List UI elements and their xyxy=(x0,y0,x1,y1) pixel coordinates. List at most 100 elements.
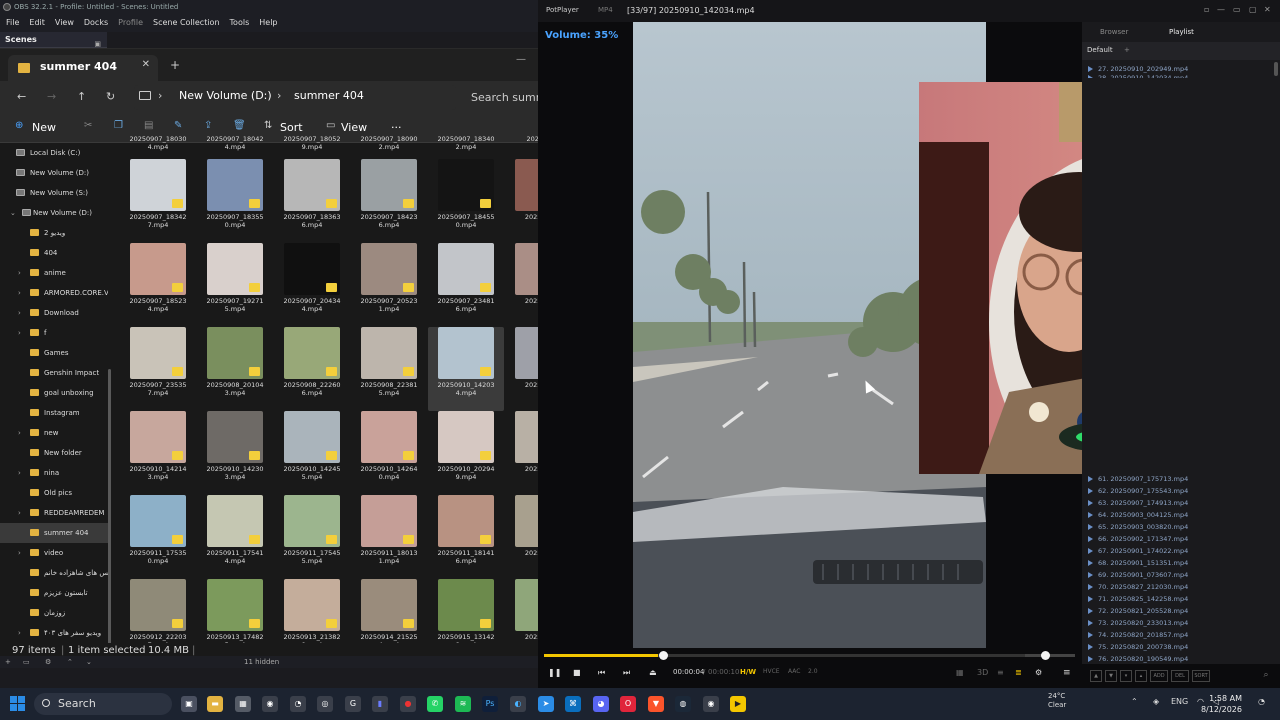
file-item[interactable]: 20250910_14214 3.mp4 xyxy=(120,411,196,495)
pin-icon[interactable]: ▫ xyxy=(1204,5,1209,14)
app-icon[interactable]: ◐ xyxy=(510,696,526,712)
stop-icon[interactable]: ■ xyxy=(573,668,581,677)
nav-item[interactable]: عکس های شاهزاده خانم xyxy=(0,563,108,583)
file-item[interactable]: 20250908_22381 5.mp4 xyxy=(351,327,427,411)
seek-bar[interactable] xyxy=(544,651,1074,660)
rename-icon[interactable]: ✎ xyxy=(174,120,182,131)
obs-menu-item[interactable]: Scene Collection xyxy=(153,14,220,32)
file-item[interactable]: 20250912_222037.mp4 xyxy=(120,579,196,645)
playlist-item[interactable]: 76. 20250820_190549.mp4 xyxy=(1088,653,1274,665)
more-options-button[interactable]: ··· xyxy=(391,121,402,134)
obs-menu-item[interactable]: Edit xyxy=(29,14,45,32)
app-icon[interactable]: ◉ xyxy=(262,696,278,712)
playlist-del-button[interactable]: DEL xyxy=(1171,670,1189,682)
playlist-scrollbar[interactable] xyxy=(1274,62,1278,76)
volume-handle[interactable] xyxy=(1041,651,1050,660)
nav-item[interactable]: زوزمان xyxy=(0,603,108,623)
nav-item[interactable]: New Volume (D:) xyxy=(0,163,108,183)
playlist-item[interactable]: 73. 20250820_233013.mp4 xyxy=(1088,617,1274,629)
file-item[interactable]: 20250911_18141 6.mp4 xyxy=(428,495,504,579)
volume-slider[interactable] xyxy=(1025,651,1075,660)
expand-chevron-icon[interactable]: › xyxy=(18,283,21,303)
file-item[interactable]: 20250907_18355 0.mp4 xyxy=(197,159,273,243)
obs-menu-item[interactable]: Profile xyxy=(118,14,143,32)
nav-item[interactable]: › new xyxy=(0,423,108,443)
minimize-icon[interactable]: — xyxy=(1217,5,1225,14)
weather-widget[interactable]: 24°C Clear xyxy=(1048,692,1066,710)
add-scene-icon[interactable]: + xyxy=(5,656,11,668)
view-button[interactable]: View xyxy=(341,121,367,134)
file-item[interactable]: 20250913_213829.mp4 xyxy=(274,579,350,645)
app-icon[interactable]: ● xyxy=(400,696,416,712)
obs-menu-item[interactable]: View xyxy=(55,14,74,32)
capture-icon[interactable]: ▦ xyxy=(956,668,964,677)
file-item[interactable]: 20250910_14230 3.mp4 xyxy=(197,411,273,495)
steam-icon[interactable]: ◍ xyxy=(675,696,691,712)
expand-chevron-icon[interactable]: › xyxy=(18,263,21,283)
playlist-item[interactable]: 71. 20250825_142258.mp4 xyxy=(1088,593,1274,605)
playlist-item[interactable]: 75. 20250820_200738.mp4 xyxy=(1088,641,1274,653)
next-icon[interactable]: ⏭ xyxy=(623,668,630,678)
expand-chevron-icon[interactable]: › xyxy=(18,423,21,443)
photoshop-icon[interactable]: Ps xyxy=(482,696,498,712)
playlist-search-icon[interactable]: ⌕ xyxy=(1260,670,1272,682)
playlist-sort-button[interactable]: SORT xyxy=(1192,670,1210,682)
tab-browser[interactable]: Browser xyxy=(1100,28,1128,36)
clock[interactable]: 1:58 AM 8/12/2026 xyxy=(1182,693,1242,715)
nav-item[interactable]: › video xyxy=(0,543,108,563)
add-playlist-icon[interactable]: + xyxy=(1124,46,1130,54)
app-icon[interactable]: ◉ xyxy=(703,696,719,712)
close-tab-icon[interactable]: ✕ xyxy=(142,59,150,70)
search-input[interactable]: Search summer 404 xyxy=(462,85,542,110)
new-tab-button[interactable]: + xyxy=(170,58,180,72)
move-top-icon[interactable]: ▴ xyxy=(1135,670,1147,682)
nav-item[interactable]: ⌄ New Volume (D:) xyxy=(0,203,108,223)
file-item[interactable]: 20250907_7. xyxy=(505,159,538,243)
tab-playlist[interactable]: Playlist xyxy=(1169,28,1194,36)
breadcrumb-drive[interactable]: New Volume (D:) xyxy=(179,89,272,102)
nav-item[interactable]: ›New Volume (S:) xyxy=(0,183,108,203)
playlist-item[interactable]: 62. 20250907_175543.mp4 xyxy=(1088,485,1274,497)
equalizer-icon[interactable]: ≡ xyxy=(997,668,1004,677)
file-item[interactable]: 20250907_18342 7.mp4 xyxy=(120,159,196,243)
close-icon[interactable]: ✕ xyxy=(1264,5,1271,14)
file-item[interactable]: 20250913_174825.mp4 xyxy=(197,579,273,645)
move-down-icon[interactable]: ⌄ xyxy=(86,656,92,668)
file-item[interactable]: 20250907_19271 5.mp4 xyxy=(197,243,273,327)
playlist-item[interactable]: 65. 20250903_003820.mp4 xyxy=(1088,521,1274,533)
file-item[interactable]: 20250911_18013 1.mp4 xyxy=(351,495,427,579)
expand-chevron-icon[interactable]: › xyxy=(18,623,21,643)
fullscreen-icon[interactable]: ▢ xyxy=(1249,5,1257,14)
move-down-icon[interactable]: ▼ xyxy=(1105,670,1117,682)
paste-icon[interactable]: ▤ xyxy=(144,120,153,131)
potplayer-app-name[interactable]: PotPlayer xyxy=(546,6,579,14)
file-item[interactable]: 20250914_215254.mp4 xyxy=(351,579,427,645)
nav-item[interactable]: › ویدیو سفر های ۴۰۳ xyxy=(0,623,108,643)
task-view-icon[interactable]: ▣ xyxy=(181,696,197,712)
expand-chevron-icon[interactable]: › xyxy=(18,503,21,523)
opera-icon[interactable]: O xyxy=(620,696,636,712)
obs-menu-item[interactable]: Docks xyxy=(84,14,108,32)
tray-app-icon[interactable]: ◈ xyxy=(1153,697,1159,706)
file-item[interactable]: 20250907_18423 6.mp4 xyxy=(351,159,427,243)
obs-menu-item[interactable]: Help xyxy=(259,14,277,32)
copy-icon[interactable]: ❐ xyxy=(114,120,123,131)
playlist-item[interactable]: 72. 20250821_205528.mp4 xyxy=(1088,605,1274,617)
playlist-item[interactable]: 63. 20250907_174913.mp4 xyxy=(1088,497,1274,509)
chart-app-icon[interactable]: ▮ xyxy=(372,696,388,712)
nav-item[interactable]: ویدیو 2 xyxy=(0,223,108,243)
playlist-item[interactable]: 66. 20250902_171347.mp4 xyxy=(1088,533,1274,545)
nav-item[interactable]: Old pics xyxy=(0,483,108,503)
nav-item[interactable]: goal unboxing xyxy=(0,383,108,403)
remove-scene-icon[interactable]: ▭ xyxy=(23,656,30,668)
menu-icon[interactable]: ≡ xyxy=(1063,668,1071,678)
playlist-item[interactable]: 67. 20250901_174022.mp4 xyxy=(1088,545,1274,557)
breadcrumb-folder[interactable]: summer 404 xyxy=(294,89,364,102)
3d-icon[interactable]: 3D xyxy=(977,668,988,677)
telegram-icon[interactable]: ➤ xyxy=(538,696,554,712)
nav-item[interactable]: Instagram xyxy=(0,403,108,423)
up-arrow-icon[interactable]: ↑ xyxy=(77,90,86,103)
back-arrow-icon[interactable]: ← xyxy=(17,90,26,103)
seek-handle[interactable] xyxy=(659,651,669,660)
file-item[interactable]: 20250908_20104 3.mp4 xyxy=(197,327,273,411)
